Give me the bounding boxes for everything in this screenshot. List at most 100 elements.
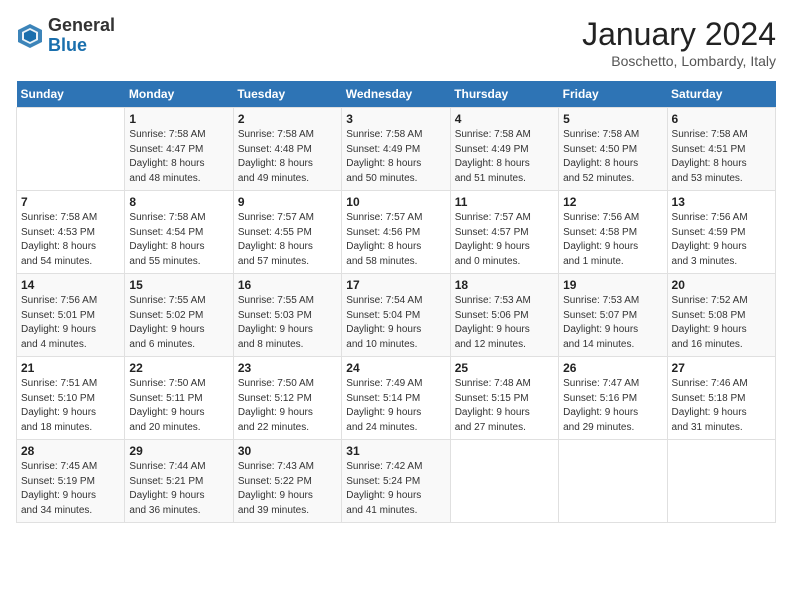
day-info: Sunrise: 7:49 AMSunset: 5:14 PMDaylight:… — [346, 377, 445, 435]
calendar-cell: 3 Sunrise: 7:58 AMSunset: 4:49 PMDaylight… — [342, 108, 450, 191]
day-info: Sunrise: 7:42 AMSunset: 5:24 PMDaylight:… — [346, 460, 445, 518]
day-info: Sunrise: 7:51 AMSunset: 5:10 PMDaylight:… — [21, 377, 120, 435]
day-info: Sunrise: 7:50 AMSunset: 5:12 PMDaylight:… — [238, 377, 337, 435]
day-number: 15 — [129, 278, 228, 292]
calendar-cell: 31 Sunrise: 7:42 AMSunset: 5:24 PMDayligh… — [342, 440, 450, 523]
day-number: 31 — [346, 444, 445, 458]
day-number: 28 — [21, 444, 120, 458]
calendar-cell: 2 Sunrise: 7:58 AMSunset: 4:48 PMDaylight… — [233, 108, 341, 191]
day-number: 16 — [238, 278, 337, 292]
general-blue-icon — [16, 22, 44, 50]
day-number: 24 — [346, 361, 445, 375]
title-block: January 2024 Boschetto, Lombardy, Italy — [582, 16, 776, 69]
day-number: 13 — [672, 195, 771, 209]
calendar-cell: 17Sunrise: 7:54 AMSunset: 5:04 PMDayligh… — [342, 274, 450, 357]
day-header-wednesday: Wednesday — [342, 81, 450, 108]
day-number: 22 — [129, 361, 228, 375]
calendar-week-row: 21 Sunrise: 7:51 AMSunset: 5:10 PMDayligh… — [17, 357, 776, 440]
day-number: 21 — [21, 361, 120, 375]
calendar-cell: 10 Sunrise: 7:57 AMSunset: 4:56 PMDayligh… — [342, 191, 450, 274]
day-info: Sunrise: 7:54 AMSunset: 5:04 PMDaylight:… — [346, 294, 445, 352]
calendar-cell: 18 Sunrise: 7:53 AMSunset: 5:06 PMDayligh… — [450, 274, 558, 357]
calendar-cell — [667, 440, 775, 523]
location: Boschetto, Lombardy, Italy — [582, 53, 776, 69]
day-info: Sunrise: 7:52 AMSunset: 5:08 PMDaylight:… — [672, 294, 771, 352]
day-header-tuesday: Tuesday — [233, 81, 341, 108]
day-number: 10 — [346, 195, 445, 209]
calendar-cell: 25 Sunrise: 7:48 AMSunset: 5:15 PMDayligh… — [450, 357, 558, 440]
calendar-week-row: 7 Sunrise: 7:58 AMSunset: 4:53 PMDaylight… — [17, 191, 776, 274]
day-header-saturday: Saturday — [667, 81, 775, 108]
day-number: 20 — [672, 278, 771, 292]
day-info: Sunrise: 7:58 AMSunset: 4:54 PMDaylight:… — [129, 211, 228, 269]
day-number: 5 — [563, 112, 662, 126]
day-number: 11 — [455, 195, 554, 209]
day-info: Sunrise: 7:43 AMSunset: 5:22 PMDaylight:… — [238, 460, 337, 518]
day-number: 4 — [455, 112, 554, 126]
calendar-cell: 29 Sunrise: 7:44 AMSunset: 5:21 PMDayligh… — [125, 440, 233, 523]
day-header-monday: Monday — [125, 81, 233, 108]
calendar-cell: 7 Sunrise: 7:58 AMSunset: 4:53 PMDaylight… — [17, 191, 125, 274]
day-number: 30 — [238, 444, 337, 458]
day-number: 23 — [238, 361, 337, 375]
day-info: Sunrise: 7:57 AMSunset: 4:56 PMDaylight:… — [346, 211, 445, 269]
calendar-cell: 5 Sunrise: 7:58 AMSunset: 4:50 PMDaylight… — [559, 108, 667, 191]
calendar-cell: 14 Sunrise: 7:56 AMSunset: 5:01 PMDayligh… — [17, 274, 125, 357]
calendar-cell: 28 Sunrise: 7:45 AMSunset: 5:19 PMDayligh… — [17, 440, 125, 523]
day-number: 29 — [129, 444, 228, 458]
day-number: 6 — [672, 112, 771, 126]
day-number: 7 — [21, 195, 120, 209]
day-info: Sunrise: 7:57 AMSunset: 4:57 PMDaylight:… — [455, 211, 554, 269]
day-info: Sunrise: 7:58 AMSunset: 4:50 PMDaylight:… — [563, 128, 662, 186]
logo-text: General Blue — [48, 16, 115, 56]
calendar-cell: 1Sunrise: 7:58 AMSunset: 4:47 PMDaylight… — [125, 108, 233, 191]
day-info: Sunrise: 7:53 AMSunset: 5:06 PMDaylight:… — [455, 294, 554, 352]
day-info: Sunrise: 7:58 AMSunset: 4:51 PMDaylight:… — [672, 128, 771, 186]
day-header-friday: Friday — [559, 81, 667, 108]
day-info: Sunrise: 7:56 AMSunset: 4:58 PMDaylight:… — [563, 211, 662, 269]
calendar-table: SundayMondayTuesdayWednesdayThursdayFrid… — [16, 81, 776, 523]
calendar-cell: 22 Sunrise: 7:50 AMSunset: 5:11 PMDayligh… — [125, 357, 233, 440]
calendar-cell: 6 Sunrise: 7:58 AMSunset: 4:51 PMDaylight… — [667, 108, 775, 191]
day-number: 18 — [455, 278, 554, 292]
calendar-cell — [17, 108, 125, 191]
day-number: 14 — [21, 278, 120, 292]
calendar-cell: 23 Sunrise: 7:50 AMSunset: 5:12 PMDayligh… — [233, 357, 341, 440]
day-header-sunday: Sunday — [17, 81, 125, 108]
calendar-cell: 15 Sunrise: 7:55 AMSunset: 5:02 PMDayligh… — [125, 274, 233, 357]
day-info: Sunrise: 7:46 AMSunset: 5:18 PMDaylight:… — [672, 377, 771, 435]
calendar-cell: 19Sunrise: 7:53 AMSunset: 5:07 PMDayligh… — [559, 274, 667, 357]
day-info: Sunrise: 7:55 AMSunset: 5:02 PMDaylight:… — [129, 294, 228, 352]
month-title: January 2024 — [582, 16, 776, 53]
calendar-cell: 13Sunrise: 7:56 AMSunset: 4:59 PMDayligh… — [667, 191, 775, 274]
day-info: Sunrise: 7:47 AMSunset: 5:16 PMDaylight:… — [563, 377, 662, 435]
calendar-cell — [559, 440, 667, 523]
day-info: Sunrise: 7:45 AMSunset: 5:19 PMDaylight:… — [21, 460, 120, 518]
day-number: 2 — [238, 112, 337, 126]
calendar-cell: 8Sunrise: 7:58 AMSunset: 4:54 PMDaylight… — [125, 191, 233, 274]
day-info: Sunrise: 7:58 AMSunset: 4:49 PMDaylight:… — [346, 128, 445, 186]
day-number: 27 — [672, 361, 771, 375]
day-info: Sunrise: 7:56 AMSunset: 5:01 PMDaylight:… — [21, 294, 120, 352]
calendar-cell: 12 Sunrise: 7:56 AMSunset: 4:58 PMDayligh… — [559, 191, 667, 274]
day-info: Sunrise: 7:58 AMSunset: 4:53 PMDaylight:… — [21, 211, 120, 269]
day-number: 19 — [563, 278, 662, 292]
day-info: Sunrise: 7:48 AMSunset: 5:15 PMDaylight:… — [455, 377, 554, 435]
day-number: 3 — [346, 112, 445, 126]
day-info: Sunrise: 7:50 AMSunset: 5:11 PMDaylight:… — [129, 377, 228, 435]
calendar-cell: 11 Sunrise: 7:57 AMSunset: 4:57 PMDayligh… — [450, 191, 558, 274]
day-number: 1 — [129, 112, 228, 126]
page-header: General Blue January 2024 Boschetto, Lom… — [16, 16, 776, 69]
day-number: 9 — [238, 195, 337, 209]
day-info: Sunrise: 7:58 AMSunset: 4:48 PMDaylight:… — [238, 128, 337, 186]
calendar-header-row: SundayMondayTuesdayWednesdayThursdayFrid… — [17, 81, 776, 108]
day-number: 12 — [563, 195, 662, 209]
calendar-week-row: 14 Sunrise: 7:56 AMSunset: 5:01 PMDayligh… — [17, 274, 776, 357]
day-header-thursday: Thursday — [450, 81, 558, 108]
calendar-cell: 30 Sunrise: 7:43 AMSunset: 5:22 PMDayligh… — [233, 440, 341, 523]
calendar-cell — [450, 440, 558, 523]
day-info: Sunrise: 7:57 AMSunset: 4:55 PMDaylight:… — [238, 211, 337, 269]
day-number: 25 — [455, 361, 554, 375]
day-info: Sunrise: 7:44 AMSunset: 5:21 PMDaylight:… — [129, 460, 228, 518]
calendar-cell: 26Sunrise: 7:47 AMSunset: 5:16 PMDayligh… — [559, 357, 667, 440]
